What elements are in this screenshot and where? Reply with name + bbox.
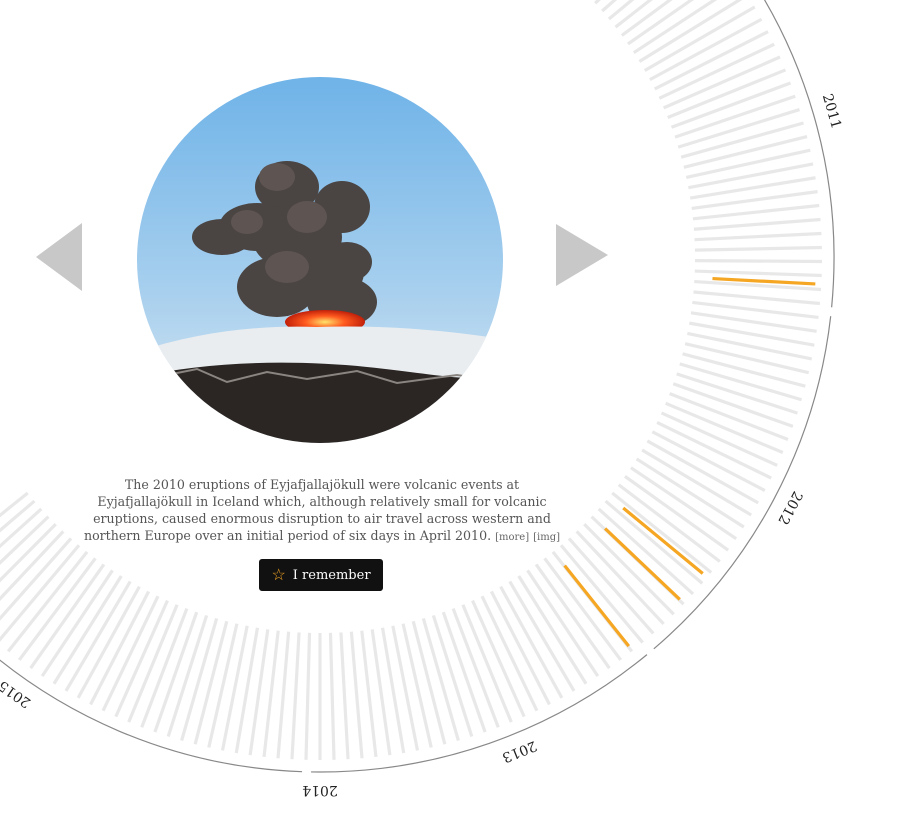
timeline-tick[interactable]	[662, 55, 781, 110]
timeline-tick[interactable]	[304, 632, 312, 760]
triangle-left-icon	[36, 223, 82, 291]
timeline-tick[interactable]	[328, 632, 336, 760]
timeline-tick[interactable]	[687, 331, 813, 361]
timeline-tick[interactable]	[685, 148, 811, 180]
timeline-tick[interactable]	[694, 259, 822, 264]
timeline-tick[interactable]	[651, 430, 766, 492]
timeline-tick[interactable]	[692, 203, 820, 221]
year-label: 2011	[819, 92, 844, 131]
year-label: 2014	[302, 782, 338, 798]
triangle-right-icon	[556, 224, 608, 286]
timeline-tick[interactable]	[649, 17, 763, 82]
timeline-wheel: 20112012201320142015	[0, 0, 844, 798]
img-link[interactable]: [img]	[533, 532, 560, 543]
timeline-tick[interactable]	[29, 563, 106, 670]
timeline-tick[interactable]	[391, 625, 420, 751]
timeline-tick[interactable]	[665, 401, 784, 455]
volcano-eruption-photo-icon	[137, 77, 503, 443]
timeline-tick[interactable]	[694, 245, 822, 252]
timeline-tick[interactable]	[689, 321, 815, 347]
timeline-tick[interactable]	[220, 625, 249, 751]
timeline-tick[interactable]	[276, 631, 291, 759]
timeline-tick[interactable]	[693, 217, 821, 231]
timeline-tick[interactable]	[40, 569, 114, 678]
next-event-button[interactable]	[556, 224, 608, 286]
timeline-tick[interactable]	[339, 632, 350, 760]
timeline-tick[interactable]	[526, 569, 600, 678]
timeline-tick[interactable]	[667, 68, 787, 120]
event-photo	[137, 77, 503, 443]
timeline-tick[interactable]	[669, 392, 789, 442]
timeline-tick[interactable]	[693, 290, 821, 306]
i-remember-label: I remember	[292, 567, 371, 583]
year-label: 2013	[500, 737, 539, 765]
timeline-tick[interactable]	[290, 632, 301, 760]
timeline-tick[interactable]	[688, 162, 814, 190]
timeline-tick[interactable]	[694, 269, 822, 278]
timeline-tick[interactable]	[349, 631, 364, 759]
timeline-tick[interactable]	[623, 474, 730, 552]
more-link[interactable]: [more]	[495, 532, 529, 543]
timeline-tick[interactable]	[635, 457, 745, 529]
timeline-tick[interactable]	[127, 604, 179, 723]
star-icon: ☆	[271, 565, 286, 584]
event-description-text: The 2010 eruptions of Eyjafjallajökull w…	[83, 477, 551, 543]
timeline-tick[interactable]	[461, 604, 513, 723]
timeline-tick[interactable]	[594, 0, 688, 5]
timeline-tick[interactable]	[534, 563, 611, 670]
previous-event-button[interactable]	[36, 223, 84, 291]
year-label: 2012	[774, 488, 805, 527]
i-remember-button[interactable]: ☆ I remember	[259, 559, 383, 591]
event-description: The 2010 eruptions of Eyjafjallajökull w…	[76, 476, 568, 546]
timeline-tick[interactable]	[694, 231, 822, 242]
